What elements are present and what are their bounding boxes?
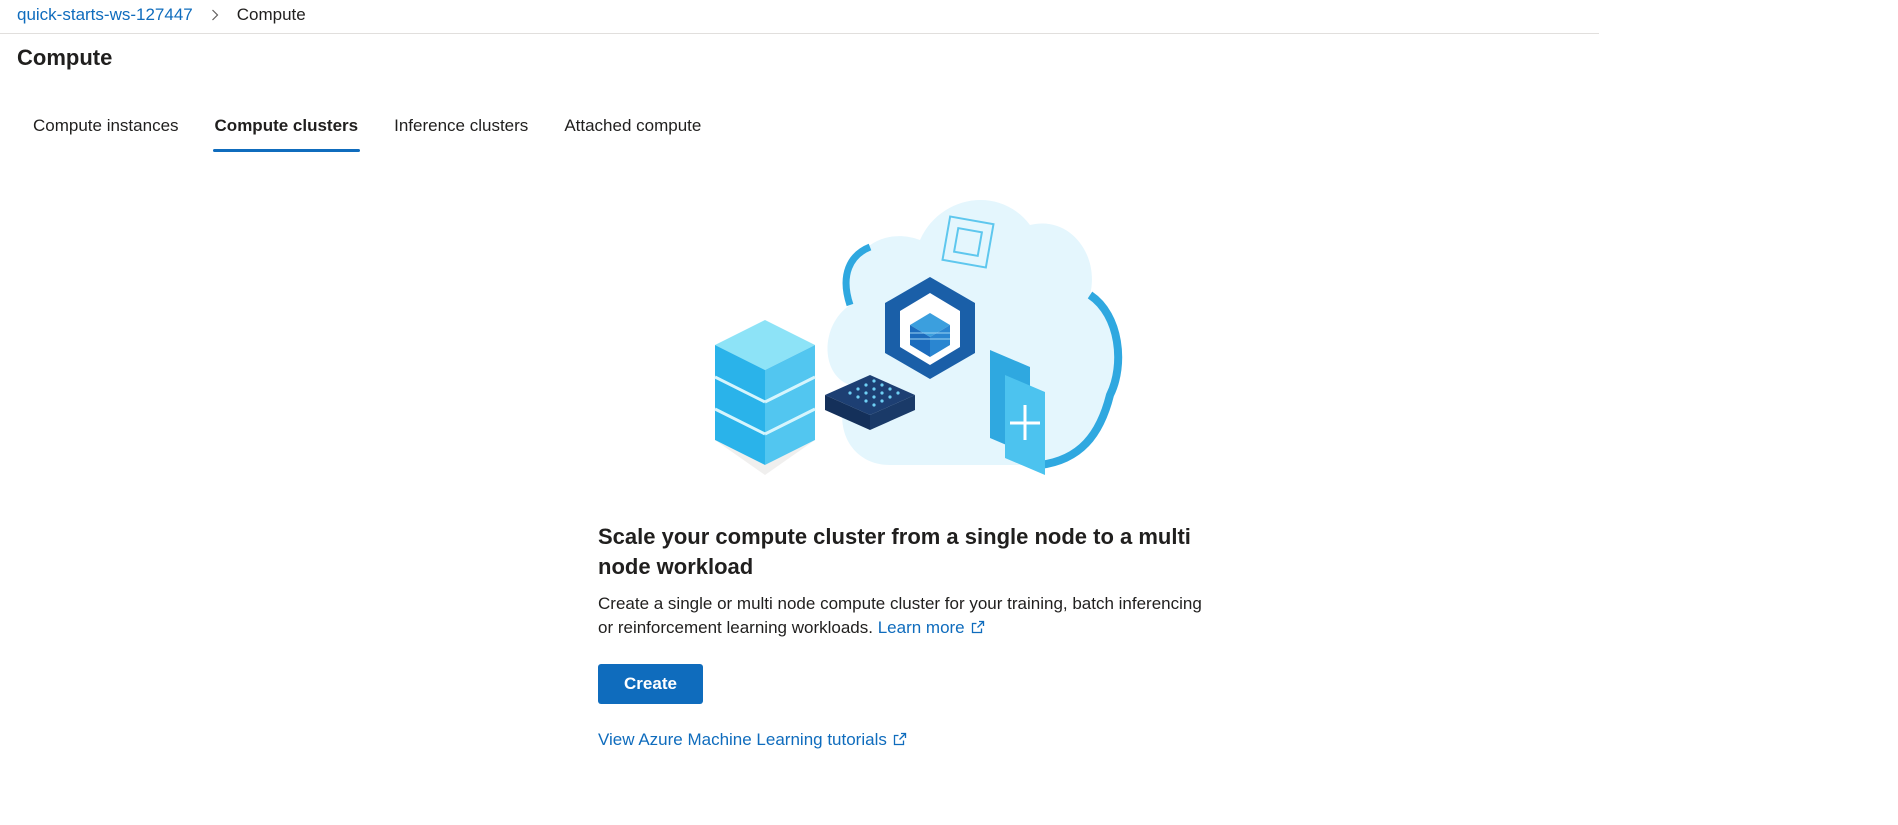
header-divider bbox=[0, 33, 1599, 34]
chevron-right-icon bbox=[207, 7, 223, 23]
external-link-icon bbox=[971, 617, 985, 634]
tutorials-label: View Azure Machine Learning tutorials bbox=[598, 730, 887, 749]
empty-state-description: Create a single or multi node compute cl… bbox=[598, 592, 1218, 640]
empty-state-heading: Scale your compute cluster from a single… bbox=[598, 524, 1191, 579]
tab-inference-clusters[interactable]: Inference clusters bbox=[378, 108, 544, 154]
external-link-icon bbox=[893, 731, 907, 746]
server-stack-icon bbox=[714, 320, 816, 475]
tab-attached-compute[interactable]: Attached compute bbox=[548, 108, 717, 154]
tab-compute-instances[interactable]: Compute instances bbox=[17, 108, 195, 154]
tutorials-link[interactable]: View Azure Machine Learning tutorials bbox=[598, 730, 907, 749]
empty-state: Scale your compute cluster from a single… bbox=[598, 522, 1218, 750]
breadcrumb-current: Compute bbox=[236, 5, 306, 24]
compute-tabs: Compute instances Compute clusters Infer… bbox=[17, 108, 721, 154]
breadcrumb: quick-starts-ws-127447 Compute bbox=[17, 0, 306, 30]
tab-compute-clusters[interactable]: Compute clusters bbox=[199, 108, 375, 154]
page: quick-starts-ws-127447 Compute Compute C… bbox=[0, 0, 1898, 825]
tutorials-row: View Azure Machine Learning tutorials bbox=[598, 730, 1218, 750]
create-button[interactable]: Create bbox=[598, 664, 703, 704]
breadcrumb-workspace-link[interactable]: quick-starts-ws-127447 bbox=[17, 5, 193, 25]
learn-more-label: Learn more bbox=[877, 618, 965, 637]
page-title: Compute bbox=[17, 45, 113, 70]
learn-more-link[interactable]: Learn more bbox=[878, 618, 985, 637]
compute-cluster-illustration bbox=[700, 185, 1140, 485]
